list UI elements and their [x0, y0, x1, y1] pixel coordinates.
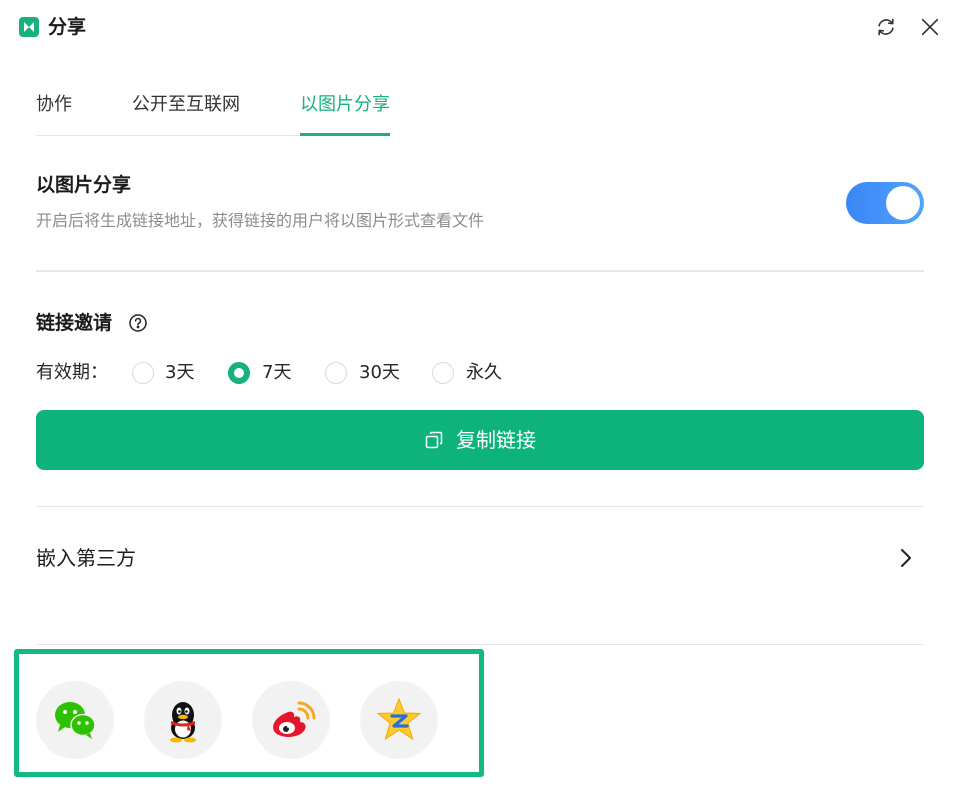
tab-bar: 协作 公开至互联网 以图片分享	[36, 82, 924, 136]
mindmaster-logo-icon	[19, 17, 39, 37]
share-dialog: 分享 协作 公开至互联网 以图片分享 以图片分享 开启后将生成链接地址，获得链接…	[0, 0, 960, 787]
radio-label-7-days[interactable]: 7天	[262, 360, 291, 386]
wechat-icon[interactable]	[36, 681, 114, 759]
image-share-description: 开启后将生成链接地址，获得链接的用户将以图片形式查看文件	[36, 211, 485, 230]
title-bar: 分享	[0, 0, 960, 56]
tab-share-as-image[interactable]: 以图片分享	[300, 92, 390, 118]
radio-label-30-days[interactable]: 30天	[359, 360, 400, 386]
refresh-icon[interactable]	[873, 14, 899, 40]
image-share-title: 以图片分享	[36, 174, 132, 196]
divider	[36, 644, 924, 645]
validity-label: 有效期：	[36, 362, 108, 383]
radio-label-3-days[interactable]: 3天	[165, 360, 194, 386]
link-invite-title: 链接邀请	[36, 312, 113, 334]
radio-3-days[interactable]	[132, 362, 154, 384]
radio-permanent[interactable]	[432, 362, 454, 384]
qzone-icon[interactable]	[360, 681, 438, 759]
divider	[36, 270, 924, 272]
copy-link-button[interactable]: 复制链接	[36, 410, 924, 470]
dialog-title: 分享	[48, 16, 87, 38]
close-icon[interactable]	[917, 14, 943, 40]
radio-7-days[interactable]	[228, 362, 250, 384]
toggle-knob	[886, 186, 920, 220]
weibo-icon[interactable]	[252, 681, 330, 759]
copy-icon	[425, 431, 443, 449]
embed-third-party-label: 嵌入第三方	[36, 546, 136, 570]
tab-bar-divider	[36, 135, 332, 136]
question-circle-icon[interactable]	[128, 313, 148, 333]
active-tab-indicator	[300, 133, 390, 136]
image-share-toggle[interactable]	[846, 182, 924, 224]
qq-icon[interactable]	[144, 681, 222, 759]
tab-publish-internet[interactable]: 公开至互联网	[132, 92, 240, 118]
tab-collaborate[interactable]: 协作	[36, 92, 72, 118]
copy-link-label: 复制链接	[456, 428, 536, 452]
radio-label-permanent[interactable]: 永久	[466, 360, 502, 386]
embed-third-party-row[interactable]: 嵌入第三方	[36, 530, 924, 586]
divider	[36, 506, 924, 507]
radio-30-days[interactable]	[325, 362, 347, 384]
chevron-right-icon	[901, 549, 911, 567]
